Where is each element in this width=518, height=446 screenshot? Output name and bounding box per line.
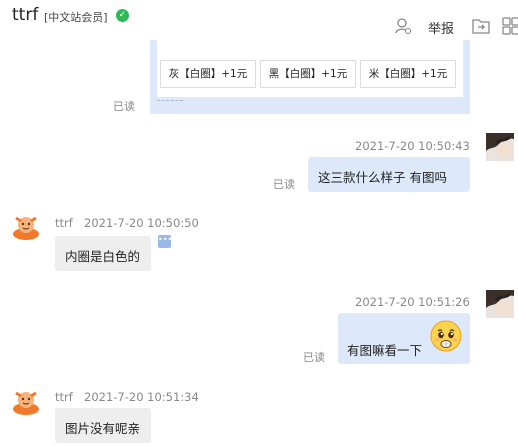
product-card[interactable]: 灰【白圈】+1元 黑【白圈】+1元 米【白圈】+1元 [150, 40, 470, 114]
report-button[interactable]: 举报 [428, 18, 454, 37]
pleading-face-emoji [430, 320, 462, 352]
card-divider [157, 100, 183, 108]
avatar[interactable] [12, 387, 40, 415]
message-bubble: 图片没有呢亲 [55, 408, 151, 443]
read-status: 已读 [273, 178, 295, 191]
message-bubble: 内圈是白色的 [55, 236, 151, 271]
avatar[interactable] [486, 290, 514, 318]
apps-grid-icon[interactable] [502, 17, 518, 35]
contact-name: ttrf [12, 5, 39, 25]
more-icon[interactable]: ••• [158, 235, 172, 248]
message-bubble: 有图嘛看一下 [338, 313, 470, 364]
avatar[interactable] [12, 212, 40, 240]
sku-option[interactable]: 米【白圈】+1元 [360, 60, 456, 88]
message-time: 2021-7-20 10:51:34 [84, 390, 199, 404]
check-circle-icon: ✓ [116, 9, 129, 22]
read-status: 已读 [303, 351, 325, 364]
sender-name: ttrf [55, 216, 73, 230]
member-badge: [中文站会员] [44, 11, 108, 24]
sku-option[interactable]: 黑【白圈】+1元 [260, 60, 356, 88]
sku-options: 灰【白圈】+1元 黑【白圈】+1元 米【白圈】+1元 [157, 40, 463, 97]
read-status: 已读 [113, 100, 135, 113]
chat-window: ttrf [中文站会员] ✓ 举报 灰【白圈】+1元 黑【白圈】+1元 米【白圈… [0, 0, 518, 446]
message-text: 有图嘛看一下 [347, 343, 423, 358]
avatar[interactable] [486, 133, 514, 161]
user-settings-icon[interactable] [394, 17, 412, 35]
sender-name: ttrf [55, 390, 73, 404]
message-time: 2021-7-20 10:51:26 [355, 295, 470, 309]
folder-share-icon[interactable] [472, 17, 490, 35]
message-time: 2021-7-20 10:50:50 [84, 216, 199, 230]
sku-option[interactable]: 灰【白圈】+1元 [160, 60, 256, 88]
message-time: 2021-7-20 10:50:43 [355, 139, 470, 153]
message-bubble: 这三款什么样子 有图吗 [308, 157, 470, 192]
